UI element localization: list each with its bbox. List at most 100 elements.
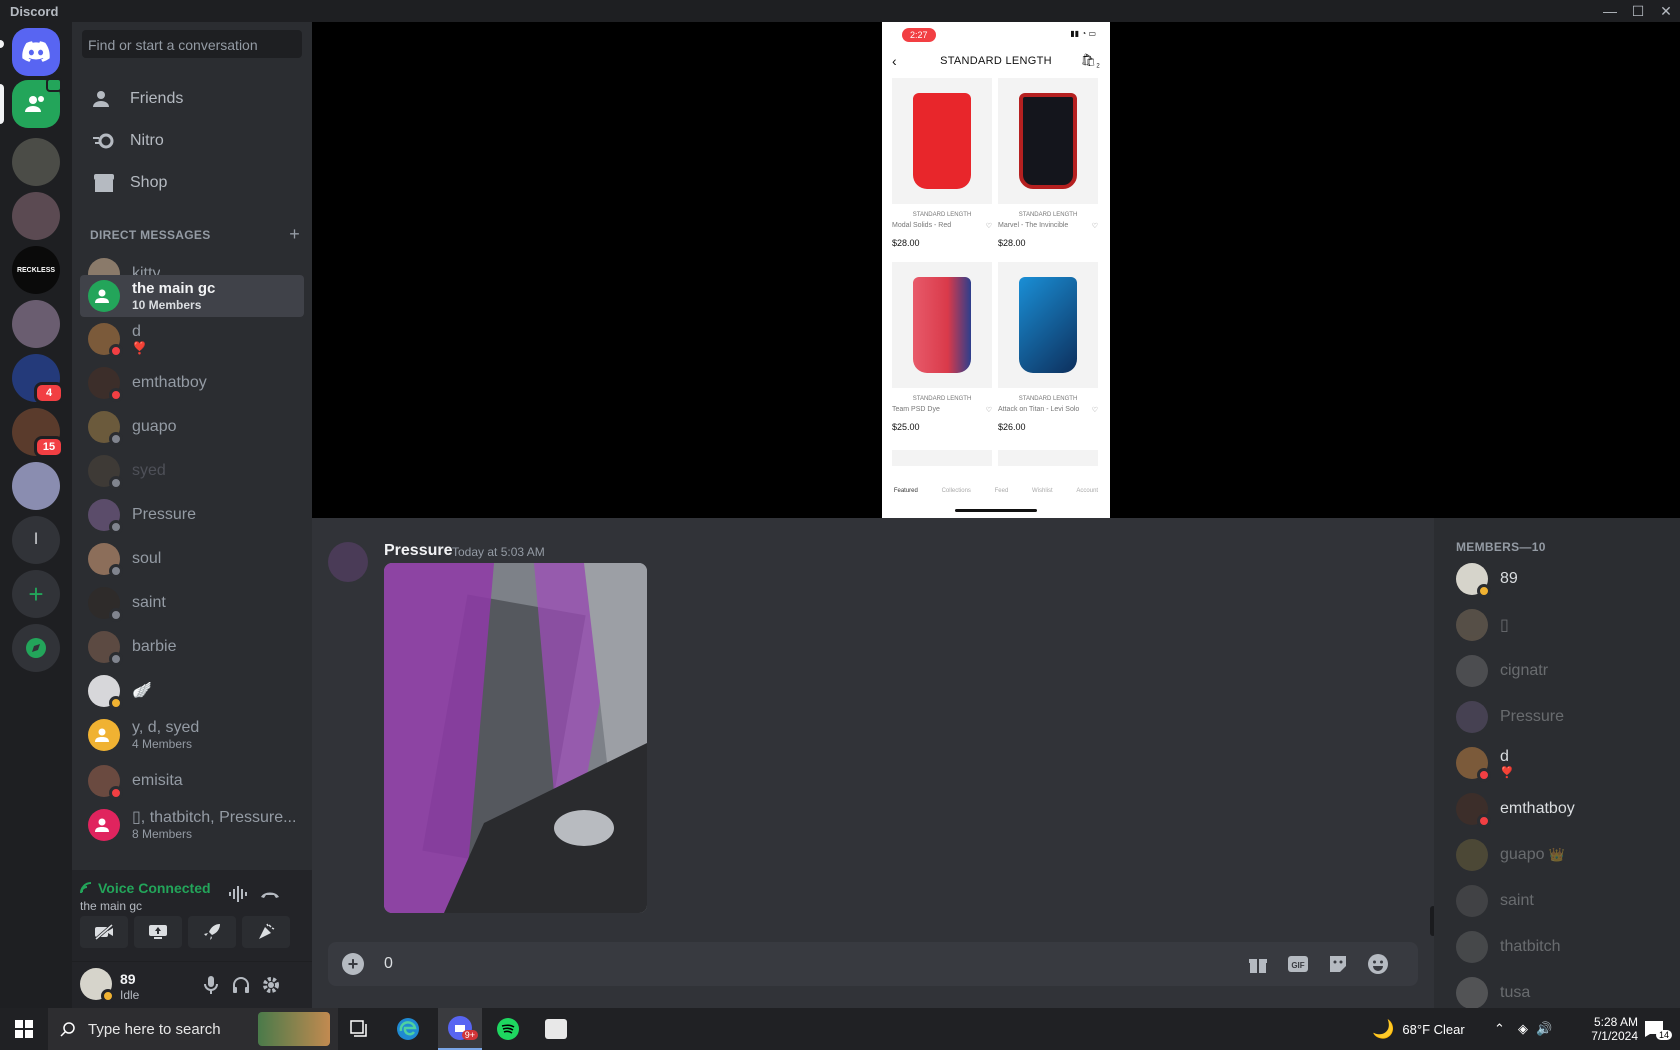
voice-channel-name[interactable]: the main gc [80,899,142,913]
member-item[interactable]: saint [1442,880,1672,922]
message-composer[interactable]: + 0 GIF [328,942,1418,986]
clock[interactable]: 5:28 AM 7/1/2024 [1566,1008,1638,1050]
network-icon[interactable]: ◈ [1518,1021,1528,1037]
server-icon[interactable] [12,462,60,510]
member-item[interactable]: ▯ [1442,604,1672,646]
microphone-icon[interactable] [198,972,224,998]
server-icon-letter[interactable]: l [12,516,60,564]
svg-text:GIF: GIF [1291,961,1304,970]
server-icon-reckless[interactable]: RECKLESS [12,246,60,294]
create-dm-plus-icon[interactable]: + [289,224,300,245]
app-icon[interactable] [534,1008,578,1050]
edge-icon[interactable] [386,1008,430,1050]
dm-item[interactable]: emthatboy [80,362,304,404]
nav-shop[interactable]: Shop [80,162,304,204]
server-icon[interactable] [12,192,60,240]
friends-icon [92,87,116,111]
app-title: Discord [10,3,59,19]
dm-item[interactable]: Pressure [80,494,304,536]
close-icon[interactable]: ✕ [1652,0,1680,22]
avatar [88,587,123,622]
server-rail: RECKLESS 4 15 l + [0,22,72,1008]
product-image [913,93,971,189]
avatar [1456,793,1491,828]
upload-plus-icon[interactable]: + [342,953,364,975]
start-button[interactable] [2,1008,46,1050]
nav-friends[interactable]: Friends [80,78,304,120]
weather-widget[interactable]: 🌙 68°F Clear [1372,1008,1465,1050]
gift-icon[interactable] [1246,952,1270,976]
dm-item[interactable]: d ❣️ [80,318,304,360]
member-item[interactable]: cignatr [1442,650,1672,692]
message-author-avatar[interactable] [328,542,368,582]
group-icon [95,728,109,742]
dm-item[interactable]: barbie [80,626,304,668]
member-item[interactable]: thatbitch [1442,926,1672,968]
group-icon [95,818,109,832]
noise-suppression-icon[interactable] [226,882,250,906]
discord-taskbar-icon[interactable]: 9+ [438,1008,482,1050]
dm-item[interactable]: y, d, syed 4 Members [80,714,304,756]
status-idle-icon [1477,584,1491,598]
member-item[interactable]: tusa [1442,972,1672,1008]
dm-item-selected[interactable]: the main gc 10 Members [80,275,304,317]
emoji-icon[interactable] [1366,952,1390,976]
discover-button[interactable] [12,624,60,672]
avatar [88,367,123,402]
gif-icon[interactable]: GIF [1286,952,1310,976]
volume-icon[interactable]: 🔊 [1536,1021,1552,1037]
spotify-icon[interactable] [486,1008,530,1050]
heart-icon: ♡ [985,223,992,230]
message-author[interactable]: Pressure [384,542,453,560]
sticker-icon[interactable] [1326,952,1350,976]
tray-chevron-icon[interactable]: ⌃ [1494,1008,1505,1050]
activities-button[interactable] [188,916,236,948]
server-icon[interactable]: 15 [12,408,64,458]
screen-share-stream[interactable]: 2:27 ▮▮ ◔ ▭ ‹ STANDARD LENGTH 🛍2 STANDAR… [312,22,1680,518]
camera-off-icon [95,924,113,940]
maximize-icon[interactable]: ☐ [1624,0,1652,22]
image-attachment[interactable] [384,563,647,913]
soundboard-button[interactable] [242,916,290,948]
taskbar-search[interactable]: Type here to search [48,1008,338,1050]
member-item[interactable]: 89 [1442,558,1672,600]
dm-item[interactable]: guapo [80,406,304,448]
minimize-icon[interactable]: — [1596,0,1624,22]
task-view-icon[interactable] [338,1008,382,1050]
soundboard-icon [259,923,275,939]
product-image [1019,93,1077,189]
dm-item[interactable]: emisita [80,760,304,802]
settings-gear-icon[interactable] [258,972,284,998]
dm-item[interactable]: saint [80,582,304,624]
discord-logo-icon [22,41,50,62]
avatar [1456,747,1491,782]
disconnect-icon[interactable] [258,882,282,906]
screen-share-button[interactable] [134,916,182,948]
dm-item[interactable]: 🪽 [80,670,304,712]
nav-nitro[interactable]: Nitro [80,120,304,162]
crown-icon: 👑 [1548,847,1565,862]
member-item[interactable]: guapo 👑 [1442,834,1672,876]
status-dnd-icon [109,388,123,402]
discord-home-button[interactable] [12,28,60,76]
server-icon[interactable] [12,300,60,348]
dm-item[interactable]: syed [80,450,304,492]
server-icon[interactable]: 4 [12,354,64,404]
dm-search-input[interactable]: Find or start a conversation [82,30,302,58]
member-item[interactable]: Pressure [1442,696,1672,738]
server-icon[interactable] [12,138,60,186]
message-input[interactable]: 0 [384,955,393,973]
dm-item[interactable]: ▯, thatbitch, Pressure... 8 Members [80,804,304,846]
friends-shortcut[interactable] [12,78,62,128]
avatar [88,411,123,446]
member-item[interactable]: d ❣️ [1442,742,1672,784]
user-avatar[interactable] [80,968,115,1003]
add-server-button[interactable]: + [12,570,60,618]
mention-badge: 15 [34,436,64,458]
product-image [913,277,971,373]
dm-item[interactable]: soul [80,538,304,580]
action-center-icon[interactable]: 14 [1644,1008,1673,1050]
headphones-icon[interactable] [228,972,254,998]
member-item[interactable]: emthatboy [1442,788,1672,830]
camera-off-button[interactable] [80,916,128,948]
